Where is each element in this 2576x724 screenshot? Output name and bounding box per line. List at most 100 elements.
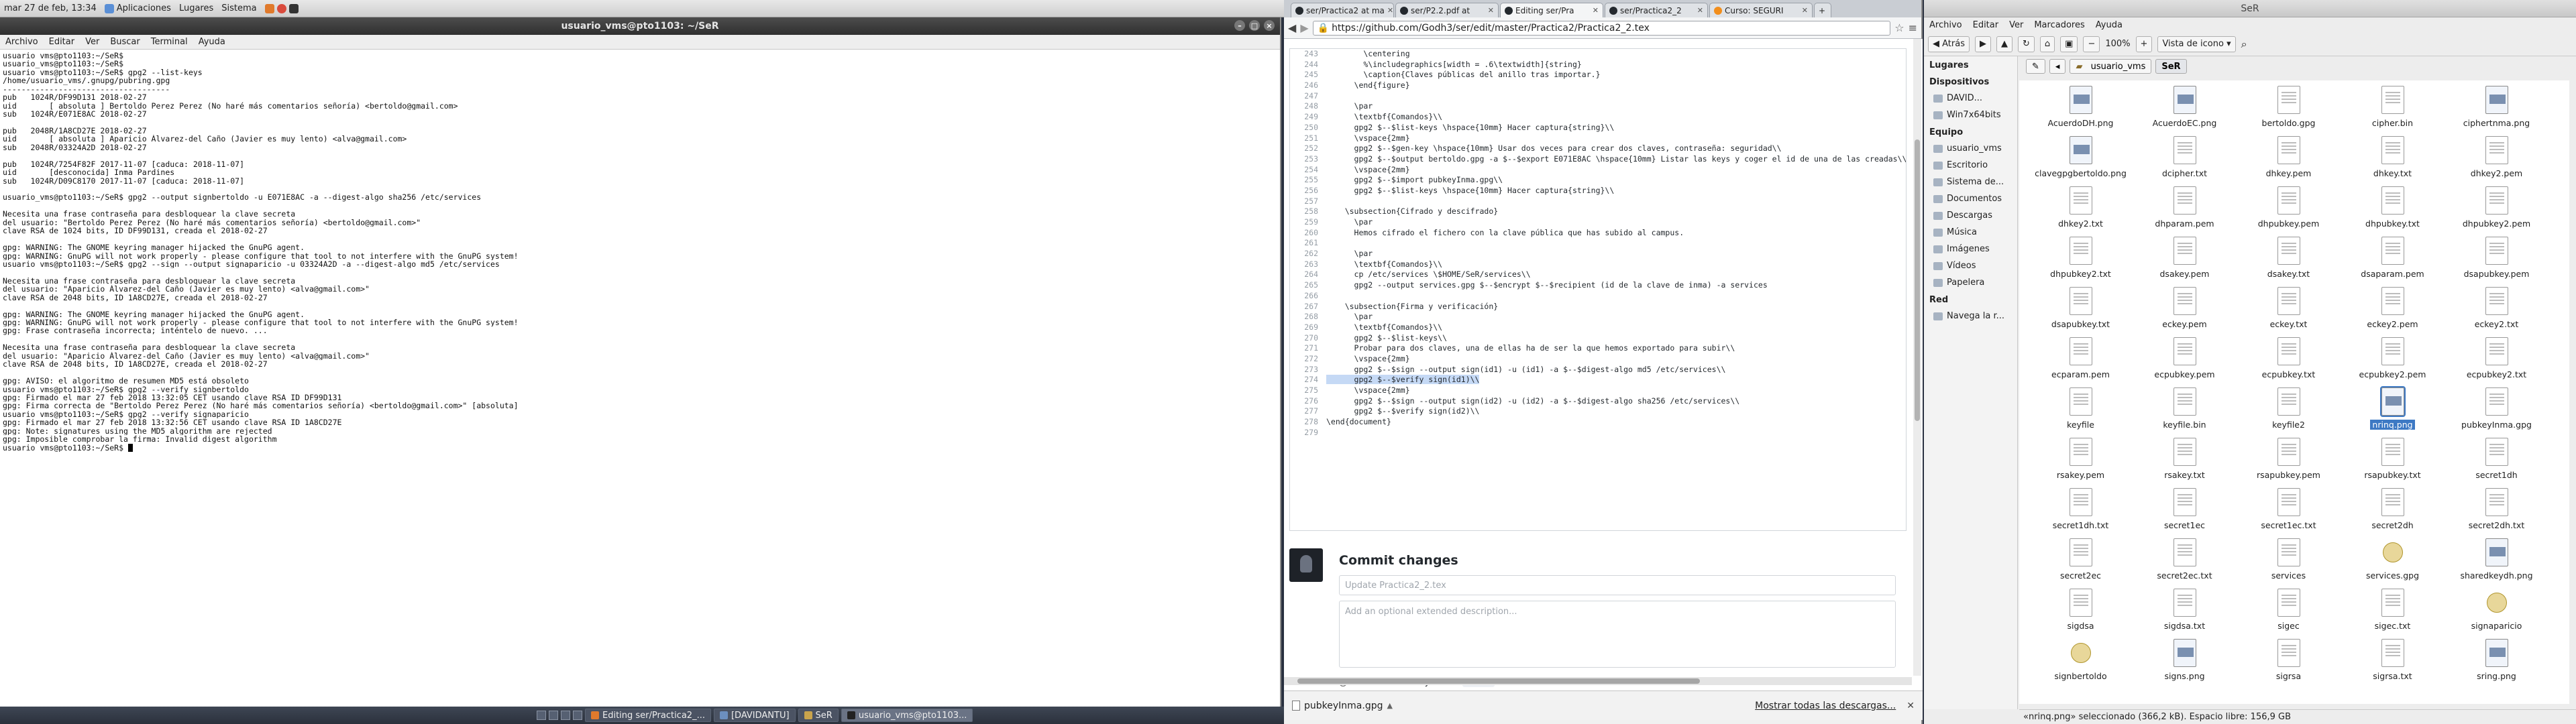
file-item[interactable]: secret2dh <box>2341 483 2445 533</box>
close-tab-icon[interactable]: ✕ <box>1697 6 1703 15</box>
file-item[interactable]: signaparicio <box>2445 583 2548 634</box>
menu-editar[interactable]: Editar <box>44 37 80 47</box>
zoom-in-button[interactable]: + <box>2135 36 2153 52</box>
code-line[interactable]: 268 \par <box>1290 312 1906 322</box>
commit-description-input[interactable]: Add an optional extended description... <box>1339 601 1896 668</box>
file-item[interactable]: sigec.txt <box>2341 583 2445 634</box>
code-line[interactable]: 269 \textbf{Comandos}\\ <box>1290 322 1906 333</box>
code-line[interactable]: 273 gpg2 $--$sign --output sign(id1) -u … <box>1290 365 1906 375</box>
fm-menu-ver[interactable]: Ver <box>2004 20 2029 30</box>
code-line[interactable]: 272 \vspace{2mm} <box>1290 354 1906 365</box>
forward-icon[interactable]: ▶ <box>1300 21 1308 34</box>
code-line[interactable]: 245 \caption{Claves públicas del anillo … <box>1290 70 1906 80</box>
taskbar-button[interactable]: Editing ser/Practica2_... <box>585 709 711 722</box>
file-item[interactable]: AcuerdoEC.png <box>2133 80 2237 131</box>
browser-tab[interactable]: ser/Practica2 at ma ✕ <box>1291 3 1394 17</box>
file-item[interactable]: eckey.txt <box>2237 282 2341 332</box>
file-item[interactable]: ecparam.pem <box>2029 332 2133 382</box>
file-item[interactable]: dhpubkey.pem <box>2237 181 2341 231</box>
close-tab-icon[interactable]: ✕ <box>1593 6 1599 15</box>
code-line[interactable]: 251 \vspace{2mm} <box>1290 133 1906 144</box>
sidebar-item-folder[interactable]: Papelera <box>1924 274 2017 291</box>
close-tab-icon[interactable]: ✕ <box>1488 6 1494 15</box>
code-line[interactable]: 243 \centering <box>1290 49 1906 60</box>
file-item[interactable]: services.gpg <box>2341 533 2445 583</box>
view-mode-select[interactable]: Vista de icono ▾ <box>2157 36 2236 52</box>
sidebar-item-folder[interactable]: Imágenes <box>1924 241 2017 257</box>
file-item[interactable]: secret1dh.txt <box>2029 483 2133 533</box>
zoom-out-button[interactable]: − <box>2083 36 2100 52</box>
file-item[interactable]: rsakey.txt <box>2133 432 2237 483</box>
code-line[interactable]: 271 Probar para dos claves, una de ellas… <box>1290 343 1906 354</box>
sidebar-item-folder[interactable]: Sistema de... <box>1924 174 2017 190</box>
code-line[interactable]: 279 <box>1290 428 1906 438</box>
sidebar-item-folder[interactable]: Descargas <box>1924 207 2017 224</box>
fm-titlebar[interactable]: SeR <box>1924 0 2576 17</box>
path-toggle-button[interactable]: ✎ <box>2026 59 2045 74</box>
path-home[interactable]: ▰ usuario_vms <box>2070 59 2152 74</box>
menu-ayuda[interactable]: Ayuda <box>193 37 231 47</box>
menu-buscar[interactable]: Buscar <box>105 37 145 47</box>
path-left-button[interactable]: ◂ <box>2049 59 2066 74</box>
file-item[interactable]: ecpubkey2.pem <box>2341 332 2445 382</box>
fm-menu-archivo[interactable]: Archivo <box>1924 20 1968 30</box>
code-line[interactable]: 266 <box>1290 291 1906 302</box>
code-line[interactable]: 260 Hemos cifrado el fichero con la clav… <box>1290 228 1906 239</box>
file-item[interactable]: rsakey.pem <box>2029 432 2133 483</box>
code-line[interactable]: 258 \subsection{Cifrado y descifrado} <box>1290 206 1906 217</box>
minimize-icon[interactable]: – <box>1234 20 1245 31</box>
file-item[interactable]: keyfile <box>2029 382 2133 432</box>
code-line[interactable]: 250 gpg2 $--$list-keys \hspace{10mm} Hac… <box>1290 123 1906 133</box>
forward-button[interactable]: ▶ <box>1975 36 1991 52</box>
file-item[interactable]: sigec <box>2237 583 2341 634</box>
menu-archivo[interactable]: Archivo <box>0 37 44 47</box>
code-line[interactable]: 248 \par <box>1290 101 1906 112</box>
browser-tab[interactable]: ser/Practica2_2 ✕ <box>1605 3 1708 17</box>
code-line[interactable]: 275 \vspace{2mm} <box>1290 385 1906 396</box>
browser-tab[interactable]: ser/P2.2.pdf at ✕ <box>1395 3 1499 17</box>
file-item[interactable]: ciphertnma.png <box>2445 80 2548 131</box>
scroll-thumb[interactable] <box>1297 678 1700 684</box>
code-line[interactable]: 265 gpg2 --output services.gpg $--$encry… <box>1290 280 1906 291</box>
url-bar[interactable]: 🔒 https://github.com/Godh3/ser/edit/maste… <box>1312 20 1891 36</box>
file-item[interactable]: ecpubkey.txt <box>2237 332 2341 382</box>
close-tab-icon[interactable]: ✕ <box>1802 6 1808 15</box>
file-item[interactable]: dhkey.txt <box>2341 131 2445 181</box>
browser-tab[interactable]: Curso: SEGURI ✕ <box>1709 3 1813 17</box>
code-line[interactable]: 255 gpg2 $--$import pubkeyInma.gpg\\ <box>1290 175 1906 186</box>
file-item[interactable]: sigrsa <box>2237 634 2341 684</box>
taskbar-button[interactable]: usuario_vms@pto1103... <box>841 709 973 722</box>
file-item[interactable]: bertoldo.gpg <box>2237 80 2341 131</box>
firefox-launcher-icon[interactable] <box>264 3 274 13</box>
menu-ver[interactable]: Ver <box>80 37 105 47</box>
browser-tab[interactable]: Editing ser/Pra ✕ <box>1500 3 1603 17</box>
code-line[interactable]: 244 %\includegraphics[width = .6\textwid… <box>1290 60 1906 70</box>
path-current[interactable]: SeR <box>2155 59 2187 74</box>
sidebar-item-network[interactable]: Navega la r... <box>1924 308 2017 324</box>
file-item[interactable]: keyfile.bin <box>2133 382 2237 432</box>
bookmark-star-icon[interactable]: ☆ <box>1894 21 1904 34</box>
code-line[interactable]: 274 gpg2 $--$verify sign(id1)\\ <box>1290 375 1906 385</box>
close-tab-icon[interactable]: ✕ <box>1387 6 1393 15</box>
code-line[interactable]: 246 \end{figure} <box>1290 80 1906 91</box>
close-icon[interactable]: × <box>1264 20 1275 31</box>
file-item[interactable]: dcipher.txt <box>2133 131 2237 181</box>
workspace-switcher[interactable] <box>549 711 558 720</box>
file-item[interactable]: ecpubkey2.txt <box>2445 332 2548 382</box>
file-item[interactable]: secret1dh <box>2445 432 2548 483</box>
terminal-output[interactable]: usuario_vms@pto1103:~/SeR$ usuario_vms@pt… <box>0 50 1280 454</box>
code-line[interactable]: 261 <box>1290 238 1906 249</box>
sidebar-item-folder[interactable]: usuario_vms <box>1924 140 2017 157</box>
sidebar-item-device[interactable]: DAVID... <box>1924 90 2017 107</box>
sidebar-item-folder[interactable]: Vídeos <box>1924 257 2017 274</box>
file-item[interactable]: dsakey.txt <box>2237 231 2341 282</box>
show-all-downloads-link[interactable]: Mostrar todas las descargas... <box>1755 701 1896 711</box>
file-item[interactable]: rsapubkey.pem <box>2237 432 2341 483</box>
download-item[interactable]: pubkeyInma.gpg ▲ <box>1292 701 1393 711</box>
code-line[interactable]: 249 \textbf{Comandos}\\ <box>1290 112 1906 123</box>
code-line[interactable]: 267 \subsection{Firma y verificación} <box>1290 302 1906 312</box>
commit-summary-input[interactable]: Update Practica2_2.tex <box>1339 575 1896 595</box>
file-item[interactable]: keyfile2 <box>2237 382 2341 432</box>
taskbar-button[interactable]: SeR <box>798 709 839 722</box>
file-item[interactable]: secret2ec.txt <box>2133 533 2237 583</box>
